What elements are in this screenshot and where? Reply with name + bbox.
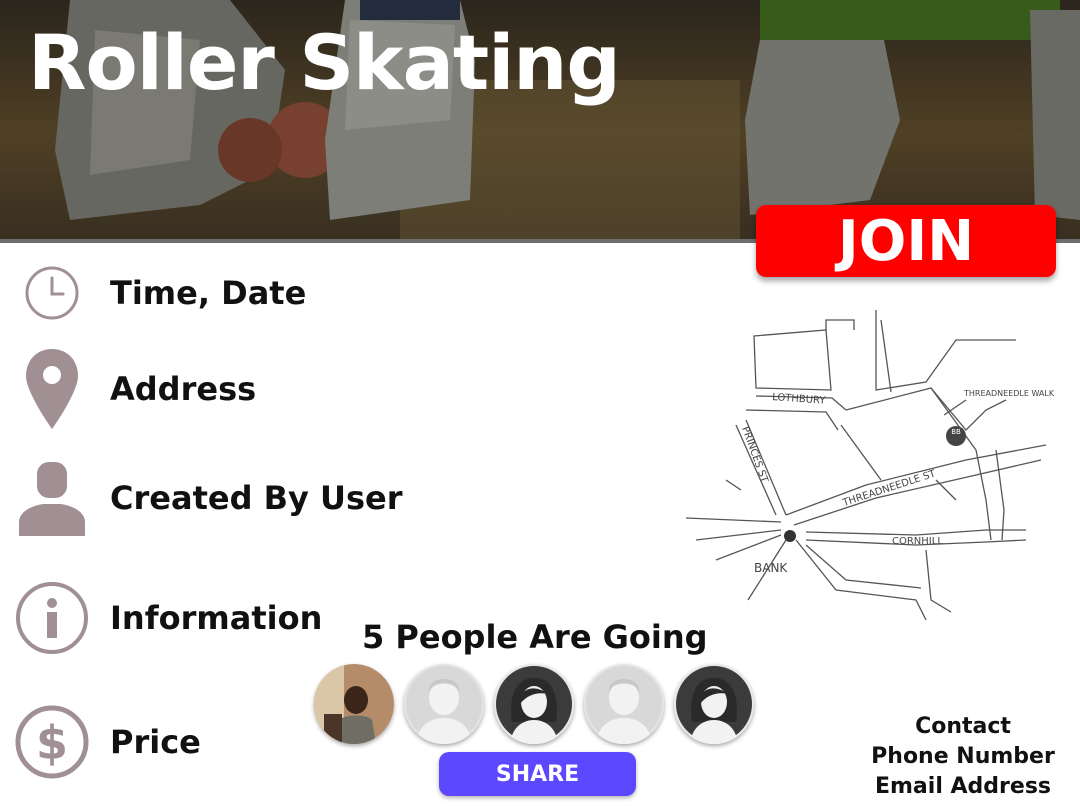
location-map[interactable]: BB LOTHBURY THREADNEEDLE WALK PRINCES ST…	[685, 300, 1056, 624]
attendee-avatars	[314, 664, 754, 744]
created-by-label: Created By User	[110, 479, 403, 517]
info-icon	[14, 581, 90, 655]
map-marker-label: BB	[951, 428, 961, 436]
avatar[interactable]	[314, 664, 394, 744]
map-street-cornhill: CORNHILL	[892, 536, 943, 547]
information-label: Information	[110, 599, 323, 637]
detail-row-creator: Created By User	[0, 458, 480, 538]
avatar[interactable]	[584, 664, 664, 744]
time-date-label: Time, Date	[110, 274, 307, 312]
avatar[interactable]	[674, 664, 754, 744]
contact-block: Contact Phone Number Email Address	[860, 712, 1066, 802]
contact-email[interactable]: Email Address	[860, 772, 1066, 802]
share-button[interactable]: SHARE	[439, 752, 636, 796]
avatar[interactable]	[404, 664, 484, 744]
contact-heading: Contact	[915, 714, 1011, 739]
map-label-bank: BANK	[754, 561, 788, 575]
dollar-icon: $	[14, 705, 90, 779]
detail-row-address: Address	[0, 346, 480, 432]
price-label: Price	[110, 723, 201, 761]
people-going-count: 5 People Are Going	[362, 618, 708, 656]
clock-icon	[14, 264, 90, 322]
location-pin-icon	[14, 347, 90, 431]
user-icon	[14, 460, 90, 536]
event-title: Roller Skating	[28, 18, 621, 107]
map-street-threadneedle-walk: THREADNEEDLE WALK	[963, 389, 1055, 398]
avatar[interactable]	[494, 664, 574, 744]
svg-text:$: $	[36, 716, 68, 770]
map-street-princes: PRINCES ST	[739, 425, 770, 485]
detail-row-time: Time, Date	[0, 262, 480, 324]
join-button[interactable]: JOIN	[756, 205, 1056, 277]
map-street-lothbury: LOTHBURY	[772, 392, 827, 407]
contact-phone[interactable]: Phone Number	[860, 742, 1066, 772]
address-label: Address	[110, 370, 257, 408]
